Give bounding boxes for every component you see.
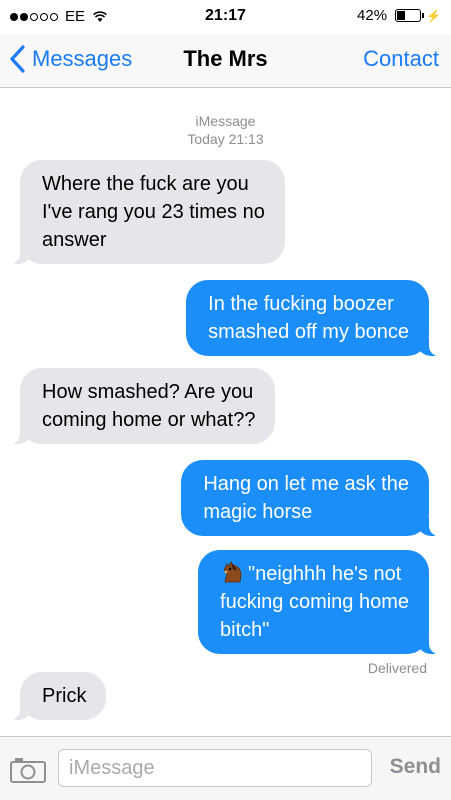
- battery-nub: [422, 13, 425, 18]
- battery-percent: 42%: [357, 7, 388, 24]
- message-bubble-outgoing[interactable]: "neighhh he's not fucking coming home bi…: [198, 550, 441, 654]
- send-button[interactable]: Send: [390, 755, 441, 779]
- back-button[interactable]: Messages: [8, 44, 132, 74]
- service-label: iMessage: [195, 113, 256, 129]
- thread-header: iMessage Today 21:13: [0, 112, 451, 148]
- back-button-label: Messages: [32, 46, 133, 71]
- chevron-left-icon: [10, 45, 25, 73]
- message-text: Hang on let me ask the magic horse: [203, 473, 409, 523]
- message-text: Prick: [42, 685, 87, 707]
- message-text: In the fucking boozer smashed off my bon…: [208, 293, 409, 343]
- status-right: 42% ⚡: [357, 7, 441, 24]
- input-bar: Send: [0, 736, 451, 800]
- battery-fill: [397, 11, 406, 20]
- message-bubble-outgoing[interactable]: Hang on let me ask the magic horse: [181, 460, 441, 536]
- message-bubble-incoming[interactable]: Where the fuck are you I've rang you 23 …: [8, 160, 285, 264]
- message-bubble-incoming[interactable]: Prick: [7, 672, 107, 720]
- message-bubble-incoming[interactable]: How smashed? Are you coming home or what…: [7, 368, 276, 444]
- message-bubble-outgoing[interactable]: In the fucking boozer smashed off my bon…: [186, 280, 441, 356]
- camera-icon[interactable]: [10, 757, 46, 783]
- contact-button[interactable]: Contact: [363, 46, 439, 72]
- message-text: Where the fuck are you I've rang you 23 …: [42, 173, 265, 251]
- thread-timestamp: Today 21:13: [187, 131, 264, 147]
- charging-bolt-icon: ⚡: [426, 8, 441, 23]
- horse-face-emoji-icon: [223, 561, 242, 583]
- status-bar: EE 21:17 42% ⚡: [0, 0, 451, 34]
- battery-icon: [395, 9, 422, 22]
- message-input[interactable]: [58, 749, 372, 787]
- delivered-status: Delivered: [367, 660, 427, 676]
- message-text: How smashed? Are you coming home or what…: [42, 381, 256, 431]
- message-text: "neighhh he's not fucking coming home bi…: [220, 563, 409, 641]
- nav-bar: Messages The Mrs Contact: [0, 34, 451, 88]
